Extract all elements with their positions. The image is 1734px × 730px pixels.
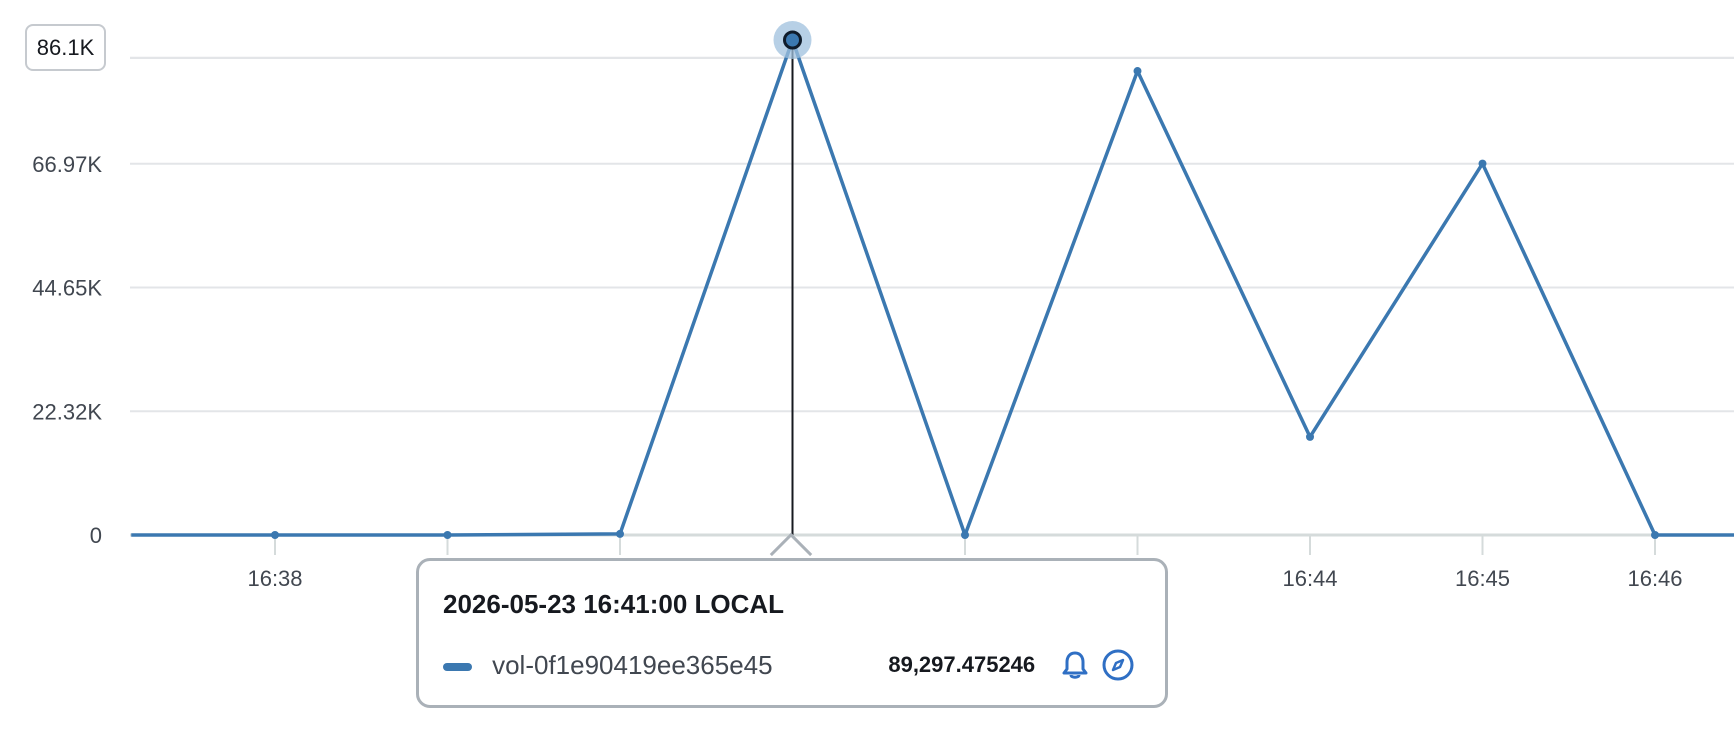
data-point[interactable]: [961, 531, 969, 539]
hovered-data-point[interactable]: [783, 30, 802, 50]
y-max-label: 86.1K: [25, 24, 106, 71]
series-color-swatch: [443, 663, 473, 671]
x-tick-label: 16:46: [1627, 566, 1682, 591]
grid-lines: [130, 56, 1734, 413]
series-vol-0f1e90419ee365e45[interactable]: [131, 38, 1734, 539]
data-point[interactable]: [271, 531, 279, 539]
data-point[interactable]: [1651, 531, 1659, 539]
x-tick-label: 16:44: [1282, 566, 1337, 591]
x-tick-label: 16:45: [1455, 566, 1510, 591]
tooltip-series-name: vol-0f1e90419ee365e45: [492, 649, 773, 680]
bell-icon[interactable]: [1057, 647, 1092, 683]
hovered-point[interactable]: [773, 21, 812, 59]
x-tick-label: 16:38: [247, 566, 302, 591]
data-point[interactable]: [1306, 432, 1314, 441]
data-point[interactable]: [1133, 67, 1142, 76]
tooltip-value: 89,297.475246: [888, 652, 1036, 677]
data-point[interactable]: [1478, 159, 1487, 168]
y-axis-ticks: 0 22.32K 44.65K 66.97K: [32, 152, 102, 548]
data-point[interactable]: [443, 531, 452, 539]
tooltip-timestamp: 2026-05-23 16:41:00 LOCAL: [443, 589, 785, 619]
data-tooltip: 2026-05-23 16:41:00 LOCAL vol-0f1e90419e…: [416, 558, 1168, 708]
data-point[interactable]: [616, 529, 624, 538]
tooltip-series-row: vol-0f1e90419ee365e45 89,297.475246: [443, 647, 1143, 683]
y-tick-label: 22.32K: [32, 399, 102, 424]
compass-icon[interactable]: [1100, 647, 1135, 683]
y-tick-label: 44.65K: [32, 275, 102, 300]
y-tick-label: 0: [90, 523, 102, 548]
y-tick-label: 66.97K: [32, 152, 102, 177]
